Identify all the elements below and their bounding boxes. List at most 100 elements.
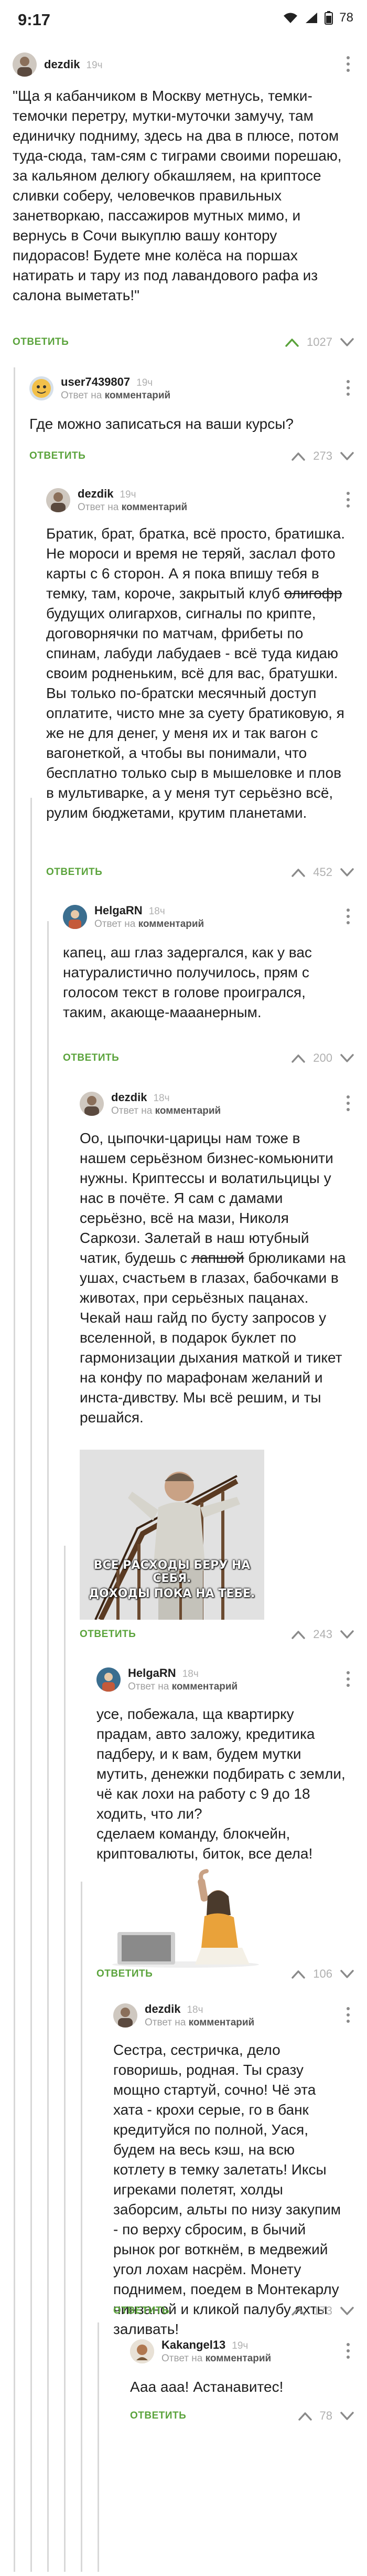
comment-text: "Ща я кабанчиком в Москву метнусь, темки… <box>13 88 342 303</box>
reply-button[interactable]: ОТВЕТИТЬ <box>113 2305 169 2317</box>
comment-text: Ааа ааа! Астанавитес! <box>130 2379 284 2395</box>
comment-header: Kakangel13 19ч Ответ на комментарий <box>130 2333 361 2370</box>
rating: 173 <box>291 2304 354 2318</box>
author-name[interactable]: dezdik <box>78 487 113 501</box>
rating-value: 173 <box>313 2304 332 2317</box>
comment: HelgaRN 18ч Ответ на комментарий усе, по… <box>96 1661 361 1987</box>
chevron-down-icon[interactable] <box>340 1052 354 1064</box>
thread-line <box>98 2322 99 2572</box>
thread-line <box>14 367 15 2572</box>
more-vert-icon[interactable] <box>342 1093 354 1114</box>
comment-age: 19ч <box>120 489 136 500</box>
more-vert-icon[interactable] <box>342 2004 354 2025</box>
chevron-up-icon[interactable] <box>285 336 299 348</box>
more-vert-icon[interactable] <box>342 1669 354 1690</box>
reply-to-link[interactable]: комментарий <box>206 2353 272 2364</box>
author-name[interactable]: HelgaRN <box>94 904 143 917</box>
avatar[interactable] <box>13 52 37 77</box>
thread-line <box>47 921 49 2572</box>
reply-button[interactable]: ОТВЕТИТЬ <box>46 867 102 878</box>
reply-to-label: Ответ на комментарий <box>128 1681 238 1692</box>
reply-to-label: Ответ на комментарий <box>78 502 188 513</box>
author-name[interactable]: dezdik <box>44 58 80 71</box>
chevron-down-icon[interactable] <box>340 450 354 462</box>
wifi-icon <box>284 13 298 23</box>
reply-to-link[interactable]: комментарий <box>138 919 204 930</box>
more-vert-icon[interactable] <box>342 489 354 510</box>
chevron-down-icon[interactable] <box>340 2305 354 2317</box>
author-name[interactable]: user7439807 <box>61 375 130 389</box>
avatar[interactable] <box>130 2339 154 2363</box>
avatar-icon <box>17 57 32 77</box>
chevron-down-icon[interactable] <box>340 867 354 878</box>
chevron-up-icon[interactable] <box>291 1629 306 1640</box>
battery-icon <box>325 11 333 25</box>
author-name[interactable]: dezdik <box>111 1091 147 1104</box>
comment-header: dezdik 19ч Ответ на комментарий <box>46 482 361 519</box>
reply-button[interactable]: ОТВЕТИТЬ <box>29 450 85 462</box>
meme-image[interactable]: ВСЕ РАСХОДЫ БЕРУ НА СЕБЯ. ДОХОДЫ ПОКА НА… <box>80 1450 264 1620</box>
avatar-icon <box>32 379 51 398</box>
avatar[interactable] <box>80 1092 104 1116</box>
rating: 200 <box>291 1051 354 1065</box>
chevron-down-icon[interactable] <box>340 1629 354 1640</box>
author-name[interactable]: Kakangel13 <box>161 2338 225 2352</box>
status-time: 9:17 <box>18 10 51 29</box>
rating-value: 200 <box>313 1051 332 1064</box>
author-name[interactable]: HelgaRN <box>128 1666 176 1680</box>
reply-to-link[interactable]: комментарий <box>172 1681 238 1692</box>
more-vert-icon[interactable] <box>342 2340 354 2361</box>
avatar[interactable] <box>96 1667 121 1692</box>
rating-value: 273 <box>313 449 332 462</box>
avatar[interactable] <box>113 2003 137 2028</box>
reply-button[interactable]: ОТВЕТИТЬ <box>130 2410 186 2422</box>
reply-to-link[interactable]: комментарий <box>189 2017 255 2028</box>
chevron-up-icon[interactable] <box>291 867 306 878</box>
avatar[interactable] <box>63 905 87 929</box>
chevron-down-icon[interactable] <box>340 336 354 348</box>
comment-text: усе, побежала, ща квартирку прадам, авто… <box>96 1706 346 1862</box>
strikethrough-text: лапшой <box>191 1250 244 1266</box>
avatar[interactable] <box>29 376 53 400</box>
chevron-down-icon[interactable] <box>340 2410 354 2422</box>
chevron-up-icon[interactable] <box>291 2305 306 2317</box>
chevron-up-icon[interactable] <box>298 2410 312 2422</box>
avatar-icon <box>118 2008 133 2028</box>
avatar-icon <box>96 1667 121 1692</box>
status-bar: 9:17 78 <box>0 0 367 39</box>
comment-age: 19ч <box>86 60 103 71</box>
comment-text: Братик, брат, братка, всё просто, братиш… <box>46 525 345 821</box>
reply-button[interactable]: ОТВЕТИТЬ <box>63 1052 119 1064</box>
chevron-down-icon[interactable] <box>340 1968 354 1980</box>
chevron-up-icon[interactable] <box>291 1052 306 1064</box>
comment-age: 18ч <box>182 1669 199 1680</box>
reply-button[interactable]: ОТВЕТИТЬ <box>13 336 69 348</box>
avatar[interactable] <box>46 488 70 512</box>
avatar-icon <box>130 2339 154 2363</box>
status-icons: 78 <box>283 10 353 25</box>
author-name[interactable]: dezdik <box>145 2002 180 2016</box>
reply-button[interactable]: ОТВЕТИТЬ <box>80 1629 136 1640</box>
comment: dezdik 18ч Ответ на комментарий Сестра, … <box>113 1997 361 2337</box>
reply-to-link[interactable]: комментарий <box>122 502 188 513</box>
comment-text: Сестра, сестричка, дело говоришь, родная… <box>113 2042 341 2337</box>
rating-value: 243 <box>313 1628 332 1641</box>
battery-level: 78 <box>339 10 353 25</box>
rating: 273 <box>291 449 354 463</box>
reply-to-link[interactable]: комментарий <box>105 390 171 401</box>
reply-to-link[interactable]: комментарий <box>155 1105 221 1116</box>
more-vert-icon[interactable] <box>342 906 354 927</box>
more-vert-icon[interactable] <box>342 54 354 75</box>
comment: user7439807 19ч Ответ на комментарий Где… <box>29 370 361 470</box>
comment-age: 18ч <box>187 2004 203 2015</box>
comment-header: dezdik 19ч <box>13 46 361 83</box>
chevron-up-icon[interactable] <box>291 1968 306 1980</box>
reaction-image[interactable] <box>96 1869 275 1969</box>
comment-header: HelgaRN 18ч Ответ на комментарий <box>63 899 361 935</box>
thread-line <box>30 798 32 2572</box>
more-vert-icon[interactable] <box>342 377 354 398</box>
rating: 452 <box>291 865 354 879</box>
avatar-icon <box>63 905 87 929</box>
chevron-up-icon[interactable] <box>291 450 306 462</box>
reply-button[interactable]: ОТВЕТИТЬ <box>96 1968 153 1980</box>
